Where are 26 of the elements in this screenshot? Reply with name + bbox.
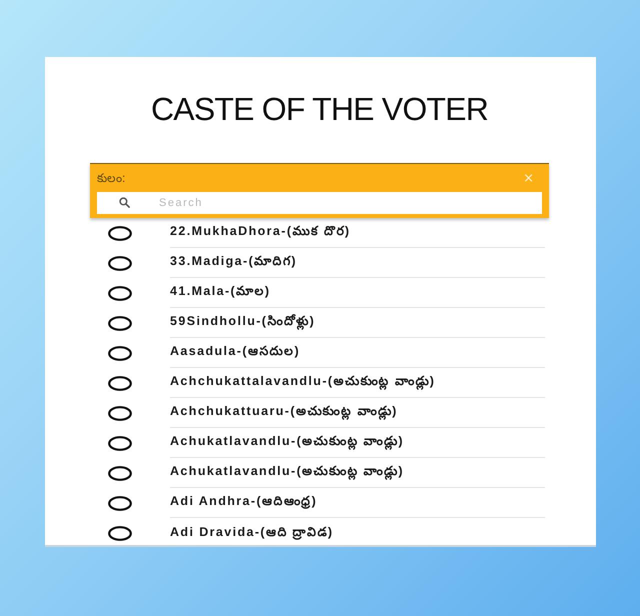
- radio-button[interactable]: [108, 466, 132, 480]
- radio-button[interactable]: [108, 316, 132, 330]
- option-label[interactable]: Achukatlavandlu-(అచుకుంట్ల వాండ్లు): [170, 464, 404, 481]
- option-label[interactable]: Achchukattuaru-(అచుకుంట్ల వాండ్లు): [170, 404, 398, 421]
- radio-button[interactable]: [108, 526, 132, 540]
- option-label[interactable]: Aasadula-(ఆసదుల): [170, 344, 300, 361]
- radio-button[interactable]: [108, 496, 132, 510]
- option-label[interactable]: 59Sindhollu-(సిందోళ్లు): [170, 314, 316, 331]
- radio-button[interactable]: [108, 436, 132, 450]
- option-label[interactable]: Adi Andhra-(ఆదిఆంధ్ర): [170, 494, 318, 511]
- option-label[interactable]: Achchukattalavandlu-(అచుకుంట్ల వాండ్లు): [170, 374, 436, 391]
- radio-button[interactable]: [108, 286, 132, 300]
- option-label[interactable]: 33.Madiga-(మాదిగ): [170, 254, 297, 271]
- option-label[interactable]: Achukatlavandlu-(అచుకుంట్ల వాండ్లు): [170, 434, 404, 451]
- option-label[interactable]: Adi Dravida-(ఆది ద్రావిడ): [170, 524, 334, 542]
- radio-button[interactable]: [108, 406, 132, 420]
- radio-button[interactable]: [108, 256, 132, 270]
- dialog-title: కులం:: [97, 170, 126, 186]
- search-icon: [119, 197, 130, 208]
- radio-button[interactable]: [108, 226, 132, 240]
- radio-button[interactable]: [108, 346, 132, 360]
- search-field[interactable]: Search: [97, 192, 542, 214]
- option-label[interactable]: 22.MukhaDhora-(ముక దొర): [170, 224, 350, 241]
- page-title: CASTE OF THE VOTER: [150, 90, 490, 129]
- option-label[interactable]: 41.Mala-(మాల): [170, 284, 270, 301]
- radio-button[interactable]: [108, 376, 132, 390]
